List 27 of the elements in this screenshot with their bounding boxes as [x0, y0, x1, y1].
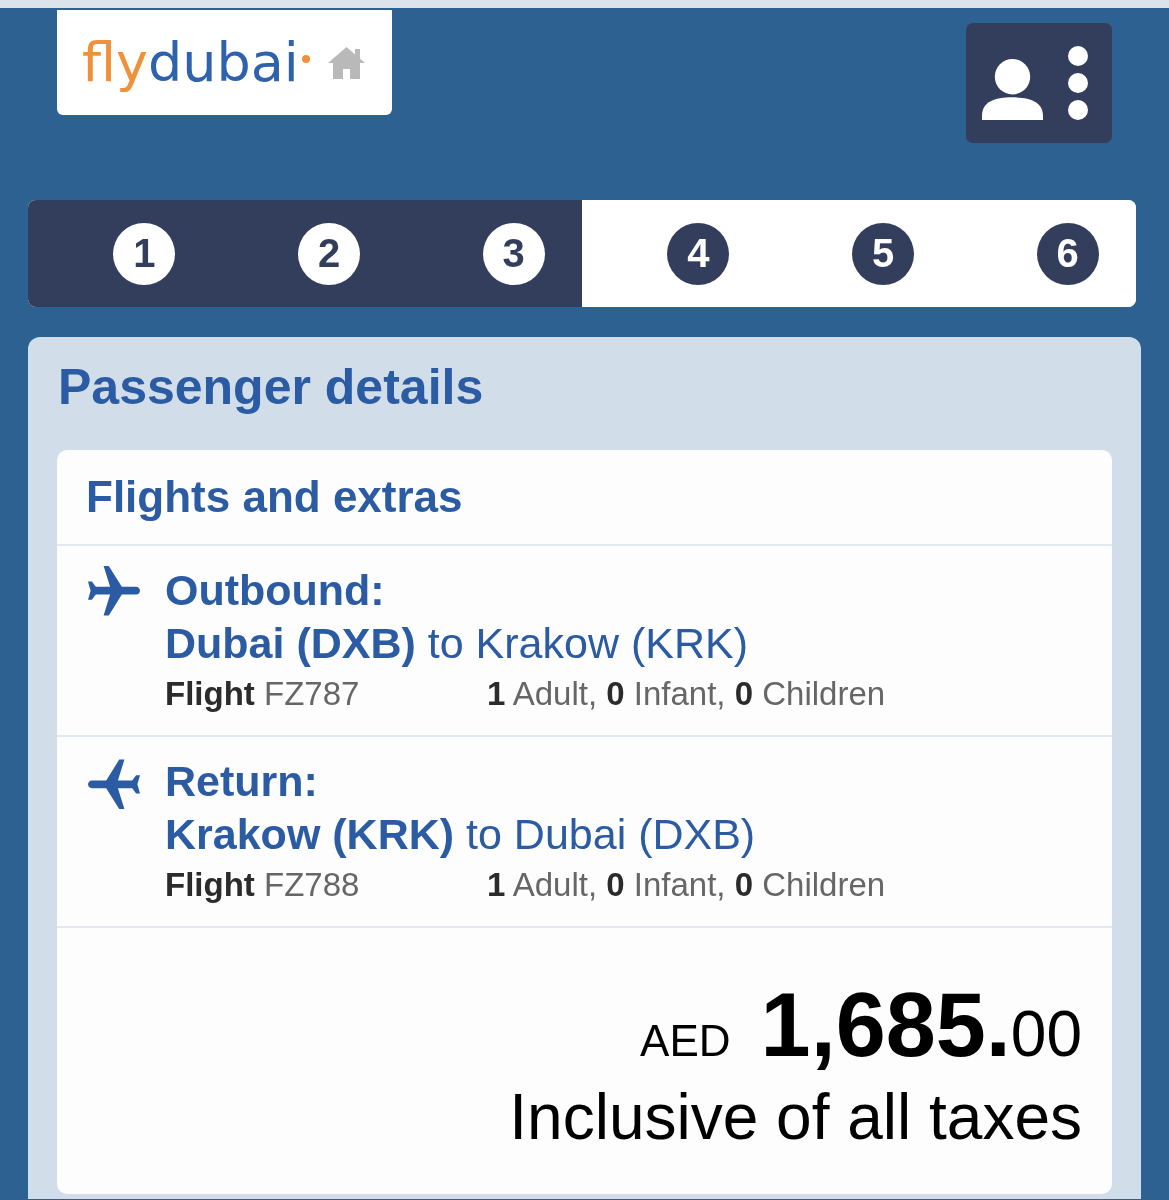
section-title: Flights and extras	[85, 471, 464, 523]
dot-icon	[301, 54, 310, 63]
flight-number: Flight FZ787	[165, 674, 361, 714]
flight-number: Flight FZ788	[165, 865, 361, 905]
price-currency: AED	[640, 1019, 731, 1063]
passenger-count: 1 Adult, 0 Infant, 0 Children	[487, 865, 886, 905]
direction-label: Outbound:	[165, 566, 386, 614]
tax-note: Inclusive of all taxes	[509, 1082, 1082, 1152]
direction-label: Return:	[165, 757, 319, 805]
route-text: Dubai (DXB) to Krakow (KRK)	[165, 618, 749, 669]
step-number[interactable]: 1	[113, 222, 176, 285]
price-amount: 1,685.00	[760, 980, 1082, 1070]
page-title: Passenger details	[58, 358, 485, 417]
step-number[interactable]: 5	[852, 222, 914, 285]
passenger-count: 1 Adult, 0 Infant, 0 Children	[487, 674, 886, 714]
account-menu-button[interactable]	[966, 23, 1112, 143]
house-icon	[327, 46, 365, 79]
step-number[interactable]: 6	[1036, 222, 1099, 285]
person-icon	[982, 58, 1043, 120]
airplane-icon	[88, 757, 140, 809]
airplane-icon	[88, 566, 140, 618]
step-number[interactable]: 2	[298, 222, 360, 285]
step-number[interactable]: 4	[667, 222, 730, 285]
logo-link[interactable]: flydubai	[57, 10, 392, 115]
step-number[interactable]: 3	[482, 222, 545, 285]
route-text: Krakow (KRK) to Dubai (DXB)	[165, 809, 757, 860]
more-icon	[1068, 46, 1088, 120]
